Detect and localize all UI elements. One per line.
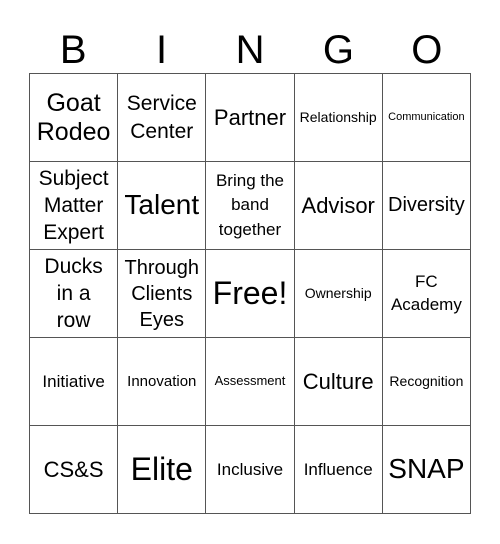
bingo-cell[interactable]: Bring the band together [206,162,295,250]
bingo-cell free-space[interactable]: Free! [206,250,295,338]
bingo-grid: Goat Rodeo Service Center Partner Relati… [29,73,471,514]
bingo-cell[interactable]: Communication [382,74,471,162]
bingo-cell[interactable]: Advisor [294,162,383,250]
header-letter-n: N [235,28,265,72]
header-letter-i: I [156,28,168,72]
bingo-cell[interactable]: FC Academy [382,250,471,338]
bingo-header: B I N G O [29,28,471,72]
bingo-cell[interactable]: Through Clients Eyes [118,250,207,338]
bingo-cell[interactable]: CS&S [30,426,119,514]
bingo-cell[interactable]: Subject Matter Expert [30,162,119,250]
bingo-cell[interactable]: Culture [294,338,383,426]
bingo-cell[interactable]: Talent [118,162,207,250]
header-letter-b: B [59,28,87,72]
bingo-cell[interactable]: Ducks in a row [30,250,119,338]
bingo-cell[interactable]: Elite [118,426,207,514]
bingo-cell[interactable]: Relationship [294,74,383,162]
bingo-cell[interactable]: SNAP [382,426,471,514]
bingo-cell[interactable]: Ownership [294,250,383,338]
bingo-cell[interactable]: Initiative [30,338,119,426]
bingo-cell[interactable]: Partner [206,74,295,162]
bingo-cell[interactable]: Inclusive [206,426,295,514]
bingo-cell[interactable]: Service Center [118,74,207,162]
bingo-cell[interactable]: Assessment [206,338,295,426]
bingo-cell[interactable]: Recognition [382,338,471,426]
bingo-cell[interactable]: Goat Rodeo [30,74,119,162]
bingo-cell[interactable]: Innovation [118,338,207,426]
bingo-cell[interactable]: Influence [294,426,383,514]
bingo-cell[interactable]: Diversity [382,162,471,250]
header-letter-o: O [411,28,443,72]
header-letter-g: G [322,28,354,72]
